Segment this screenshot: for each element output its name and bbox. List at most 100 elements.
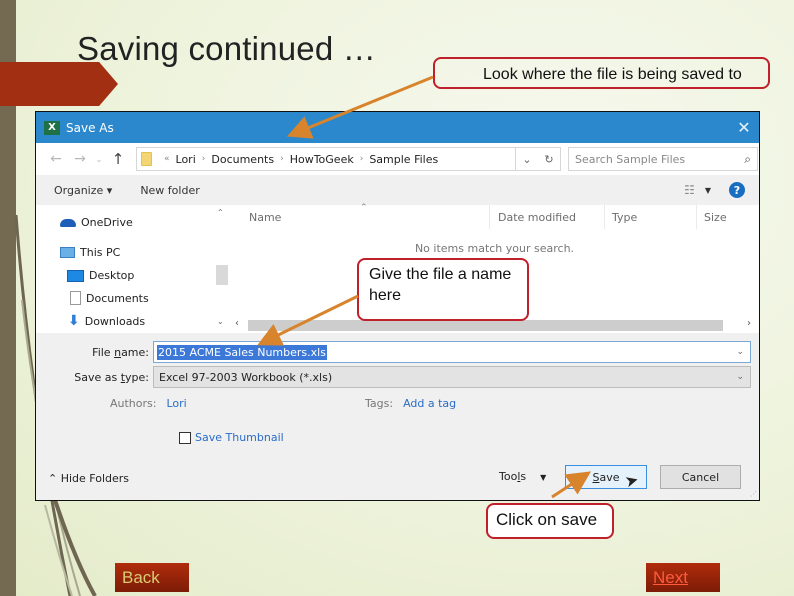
callout-location: Look where the file is being saved to: [433, 57, 770, 89]
search-input[interactable]: Search Sample Files ⌕: [568, 147, 758, 171]
dialog-title: Save As: [66, 120, 114, 135]
search-placeholder: Search Sample Files: [575, 152, 686, 166]
label-text: ame:: [121, 345, 149, 359]
navigation-row: ← → ⌄ ↑ « Lori › Documents › HowToGeek ›…: [36, 143, 759, 175]
callout-file-name: Give the file a name here: [357, 258, 529, 321]
column-divider[interactable]: [696, 205, 697, 229]
title-arrow-shape: [0, 62, 118, 106]
nav-item-this-pc[interactable]: This PC: [60, 246, 120, 259]
chevron-down-icon[interactable]: ⌄: [736, 347, 744, 357]
overflow-icon[interactable]: «: [164, 154, 170, 164]
scroll-up-icon[interactable]: ⌃: [217, 208, 224, 217]
nav-item-desktop[interactable]: Desktop: [67, 269, 134, 282]
dialog-titlebar[interactable]: X Save As ✕: [36, 112, 759, 143]
resize-grip-icon[interactable]: ⋰: [750, 490, 757, 498]
breadcrumb-howtogeek[interactable]: HowToGeek: [290, 153, 354, 166]
chevron-right-icon[interactable]: ›: [360, 154, 364, 164]
onedrive-icon: [60, 218, 76, 227]
save-type-label: Save as type:: [36, 371, 153, 384]
breadcrumb-lori[interactable]: Lori: [176, 153, 196, 166]
forward-arrow-icon[interactable]: →: [68, 151, 92, 167]
nav-item-label: Downloads: [84, 314, 146, 328]
empty-list-message: No items match your search.: [414, 242, 575, 255]
authors-label: Authors:: [110, 397, 157, 410]
tags-value[interactable]: Add a tag: [403, 397, 456, 410]
save-type-row: Save as type: Excel 97-2003 Workbook (*.…: [36, 366, 759, 388]
view-options-icon[interactable]: ☷: [684, 183, 695, 197]
slide-title: Saving continued …: [77, 30, 376, 67]
back-arrow-icon[interactable]: ←: [44, 151, 68, 167]
column-size[interactable]: Size: [704, 211, 727, 224]
new-folder-button[interactable]: New folder: [140, 184, 199, 197]
address-bar[interactable]: « Lori › Documents › HowToGeek › Sample …: [136, 147, 516, 171]
save-label: ave: [599, 470, 620, 484]
nav-item-label: OneDrive: [81, 216, 133, 229]
scroll-down-icon[interactable]: ⌄: [217, 317, 224, 326]
back-link[interactable]: Back: [115, 563, 189, 592]
chevron-right-icon[interactable]: ›: [202, 154, 206, 164]
column-type[interactable]: Type: [612, 211, 637, 224]
scrollbar-thumb[interactable]: [248, 320, 723, 331]
callout-save: Click on save: [486, 503, 614, 539]
nav-item-onedrive[interactable]: OneDrive: [60, 216, 133, 229]
save-type-value: Excel 97-2003 Workbook (*.xls): [159, 370, 333, 384]
scrollbar-thumb[interactable]: [216, 265, 228, 285]
nav-item-label: Documents: [86, 291, 149, 305]
label-mnemonic: n: [114, 345, 122, 359]
nav-item-label: This PC: [80, 246, 121, 259]
command-bar: Organize ▾ New folder ☷ ▼ ?: [36, 175, 759, 205]
chevron-down-icon[interactable]: ⌄: [736, 372, 744, 382]
address-tools: ⌄ ↻: [516, 147, 561, 171]
scroll-right-icon[interactable]: ›: [747, 318, 751, 329]
authors-value[interactable]: Lori: [166, 397, 186, 410]
search-icon[interactable]: ⌕: [744, 152, 751, 167]
tags-field: Tags: Add a tag: [365, 397, 456, 410]
file-name-value: 2015 ACME Sales Numbers.xls: [157, 344, 327, 360]
nav-item-label: Desktop: [89, 269, 135, 282]
excel-icon: X: [44, 120, 60, 135]
cancel-button[interactable]: Cancel: [660, 465, 741, 489]
column-name[interactable]: Name: [249, 211, 281, 224]
next-link[interactable]: Next: [646, 563, 720, 592]
scroll-left-icon[interactable]: ‹: [235, 318, 239, 329]
nav-item-documents[interactable]: Documents: [70, 291, 149, 305]
file-name-label: File name:: [36, 346, 153, 359]
tools-label: Too: [499, 470, 518, 483]
downloads-icon: ⬇: [68, 313, 80, 329]
up-arrow-icon[interactable]: ↑: [106, 150, 130, 168]
tools-dropdown-caret-icon: ▼: [540, 473, 547, 482]
computer-icon: [60, 247, 75, 258]
save-type-select[interactable]: Excel 97-2003 Workbook (*.xls) ⌄: [153, 366, 751, 388]
nav-item-downloads[interactable]: ⬇ Downloads: [68, 313, 145, 329]
tags-label: Tags:: [365, 397, 394, 410]
breadcrumb-documents[interactable]: Documents: [211, 153, 274, 166]
tools-label: s: [520, 470, 527, 483]
column-date-modified[interactable]: Date modified: [498, 211, 576, 224]
save-thumbnail-checkbox[interactable]: Save Thumbnail: [179, 431, 284, 444]
address-dropdown-chevron-icon[interactable]: ⌄: [522, 153, 531, 166]
help-icon[interactable]: ?: [729, 182, 745, 198]
navigation-pane-scrollbar[interactable]: ⌃ ⌄: [214, 205, 229, 333]
organize-button[interactable]: Organize ▾: [54, 184, 112, 197]
documents-icon: [70, 291, 81, 305]
hide-folders-button[interactable]: ⌃ Hide Folders: [48, 472, 129, 485]
chevron-up-icon: ⌃: [48, 472, 61, 485]
desktop-icon: [67, 269, 84, 282]
label-text: ype:: [125, 370, 149, 384]
folder-icon: [141, 152, 152, 166]
breadcrumb-sample-files[interactable]: Sample Files: [369, 153, 438, 166]
checkbox-icon[interactable]: [179, 431, 191, 444]
tools-button[interactable]: Tools ▼: [499, 470, 546, 483]
file-name-input[interactable]: 2015 ACME Sales Numbers.xls ⌄: [153, 341, 751, 363]
refresh-icon[interactable]: ↻: [544, 153, 553, 166]
sort-caret-icon: ⌃: [360, 203, 368, 213]
file-name-row: File name: 2015 ACME Sales Numbers.xls ⌄: [36, 341, 759, 363]
column-divider[interactable]: [489, 205, 490, 229]
column-divider[interactable]: [604, 205, 605, 229]
label-text: File: [92, 345, 115, 359]
chevron-right-icon[interactable]: ›: [280, 154, 284, 164]
view-dropdown-caret-icon[interactable]: ▼: [705, 186, 711, 195]
close-icon[interactable]: ✕: [729, 118, 759, 137]
recent-locations-chevron-icon[interactable]: ⌄: [92, 155, 106, 164]
save-thumbnail-label[interactable]: Save Thumbnail: [195, 431, 284, 444]
